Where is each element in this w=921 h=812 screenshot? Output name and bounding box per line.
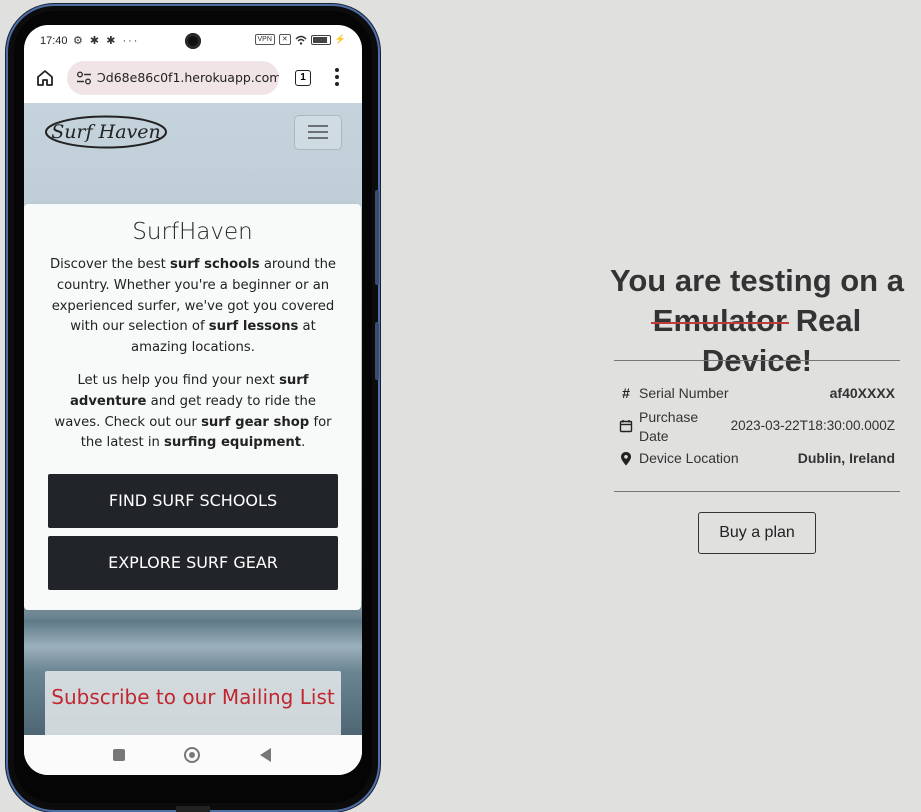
status-bar: 17:40 ⚙ ✱ ✱ ··· VPN ✕ ⚡	[24, 25, 362, 57]
vpn-icon: VPN	[254, 34, 275, 45]
signal-icon: ✕	[278, 34, 291, 45]
divider-bottom	[614, 491, 900, 492]
explore-surf-gear-button[interactable]: EXPLORE SURF GEAR	[48, 536, 338, 590]
home-icon[interactable]	[34, 67, 56, 89]
card-title: SurfHaven	[132, 219, 253, 245]
navbar-toggle-button[interactable]	[294, 115, 342, 150]
find-surf-schools-button[interactable]: FIND SURF SCHOOLS	[48, 474, 338, 528]
hero-card: SurfHaven Discover the best surf schools…	[24, 204, 361, 610]
intro-paragraph: Discover the best surf schools around th…	[46, 255, 340, 359]
surf-haven-logo[interactable]: Surf Haven	[44, 114, 168, 150]
intro-paragraph-segment: surf schools	[170, 257, 260, 272]
device-location-label: Device Location	[639, 450, 739, 466]
volume-button	[375, 190, 379, 285]
serial-number-row: # Serial Number af40XXXX	[614, 385, 900, 405]
purchase-date-row: Purchase Date 2023-03-22T18:30:00.000Z	[614, 408, 900, 446]
buy-plan-button[interactable]: Buy a plan	[698, 512, 816, 554]
divider-top	[614, 360, 900, 361]
home-button-icon[interactable]	[184, 747, 200, 763]
phone-screen: 17:40 ⚙ ✱ ✱ ··· VPN ✕ ⚡ Ͻd68e86c0f1.hero…	[24, 25, 362, 775]
status-time: 17:40	[40, 35, 68, 47]
purchase-date-label: Purchase Date	[639, 409, 699, 444]
webpage-viewport[interactable]: Surf Haven SurfHaven Discover the best s…	[24, 103, 362, 735]
status-icons-right: VPN ✕ ⚡	[254, 34, 346, 45]
intro-paragraph-segment: surf lessons	[208, 319, 299, 335]
site-settings-icon[interactable]	[76, 71, 92, 85]
headline-line1: You are testing on a	[610, 263, 904, 298]
front-camera	[185, 33, 201, 49]
overflow-menu-icon[interactable]	[334, 67, 340, 87]
calendar-icon	[619, 420, 633, 433]
android-nav-bar	[24, 735, 362, 775]
serial-number-label: Serial Number	[639, 385, 729, 401]
purchase-date-value: 2023-03-22T18:30:00.000Z	[730, 418, 895, 433]
hash-icon: #	[622, 385, 630, 401]
usb-port	[176, 806, 210, 812]
address-bar[interactable]: Ͻd68e86c0f1.herokuapp.com	[67, 61, 279, 95]
notification-icons: ⚙ ✱ ✱ ···	[73, 35, 140, 47]
device-headline: You are testing on a Emulator Real Devic…	[596, 261, 918, 381]
adventure-paragraph: Let us help you find your next surf adve…	[46, 371, 340, 454]
browser-toolbar: Ͻd68e86c0f1.herokuapp.com 1	[24, 57, 362, 103]
url-text: Ͻd68e86c0f1.herokuapp.com	[97, 70, 279, 85]
adventure-paragraph-segment: Let us help you find your next	[77, 373, 280, 388]
back-icon[interactable]	[260, 748, 271, 762]
subscribe-panel[interactable]: Subscribe to our Mailing List	[45, 671, 341, 735]
adventure-paragraph-segment: surf gear shop	[201, 414, 310, 430]
wifi-icon	[295, 35, 307, 45]
location-pin-icon	[621, 452, 631, 466]
device-location-row: Device Location Dublin, Ireland	[614, 450, 900, 470]
subscribe-heading: Subscribe to our Mailing List	[51, 685, 335, 709]
tab-switcher-icon[interactable]: 1	[295, 70, 311, 86]
device-location-value: Dublin, Ireland	[797, 450, 895, 466]
recent-apps-icon[interactable]	[113, 749, 125, 761]
intro-paragraph-segment: Discover the best	[49, 257, 171, 272]
struck-emulator-text: Emulator	[652, 303, 788, 338]
svg-text:Surf Haven: Surf Haven	[51, 121, 161, 143]
adventure-paragraph-segment: surfing equipment	[164, 435, 302, 451]
power-button	[375, 322, 379, 380]
battery-icon	[310, 34, 331, 45]
charging-icon: ⚡	[334, 34, 346, 44]
serial-number-value: af40XXXX	[829, 385, 895, 401]
adventure-paragraph-segment: .	[301, 435, 306, 451]
